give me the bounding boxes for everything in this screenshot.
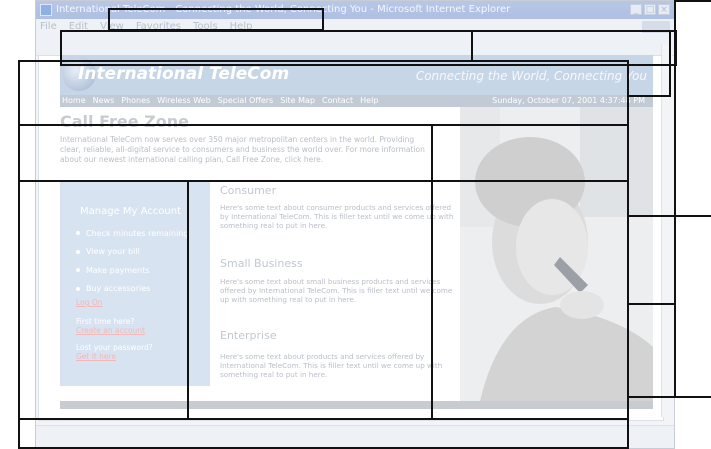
window-controls: _ □ × [630,4,670,15]
annotation-leader-line [629,303,675,305]
outline-photo-region [431,124,629,420]
vertical-scrollbar[interactable] [661,45,672,417]
minimize-button[interactable]: _ [630,4,642,15]
annotation-leader-line [669,30,671,97]
ie-icon [40,4,52,16]
annotation-leader-line [674,0,711,2]
menu-file[interactable]: File [40,19,57,35]
outline-middle-column [187,180,433,420]
outline-title-bar [108,8,324,31]
annotation-leader-line [629,396,711,398]
close-button[interactable]: × [658,4,670,15]
outline-toolbar [60,30,677,66]
annotation-leader-line [629,95,669,97]
annotation-leader-line [674,0,676,398]
maximize-button[interactable]: □ [644,4,656,15]
annotation-leader-line [471,30,473,60]
annotation-leader-line [629,215,711,217]
